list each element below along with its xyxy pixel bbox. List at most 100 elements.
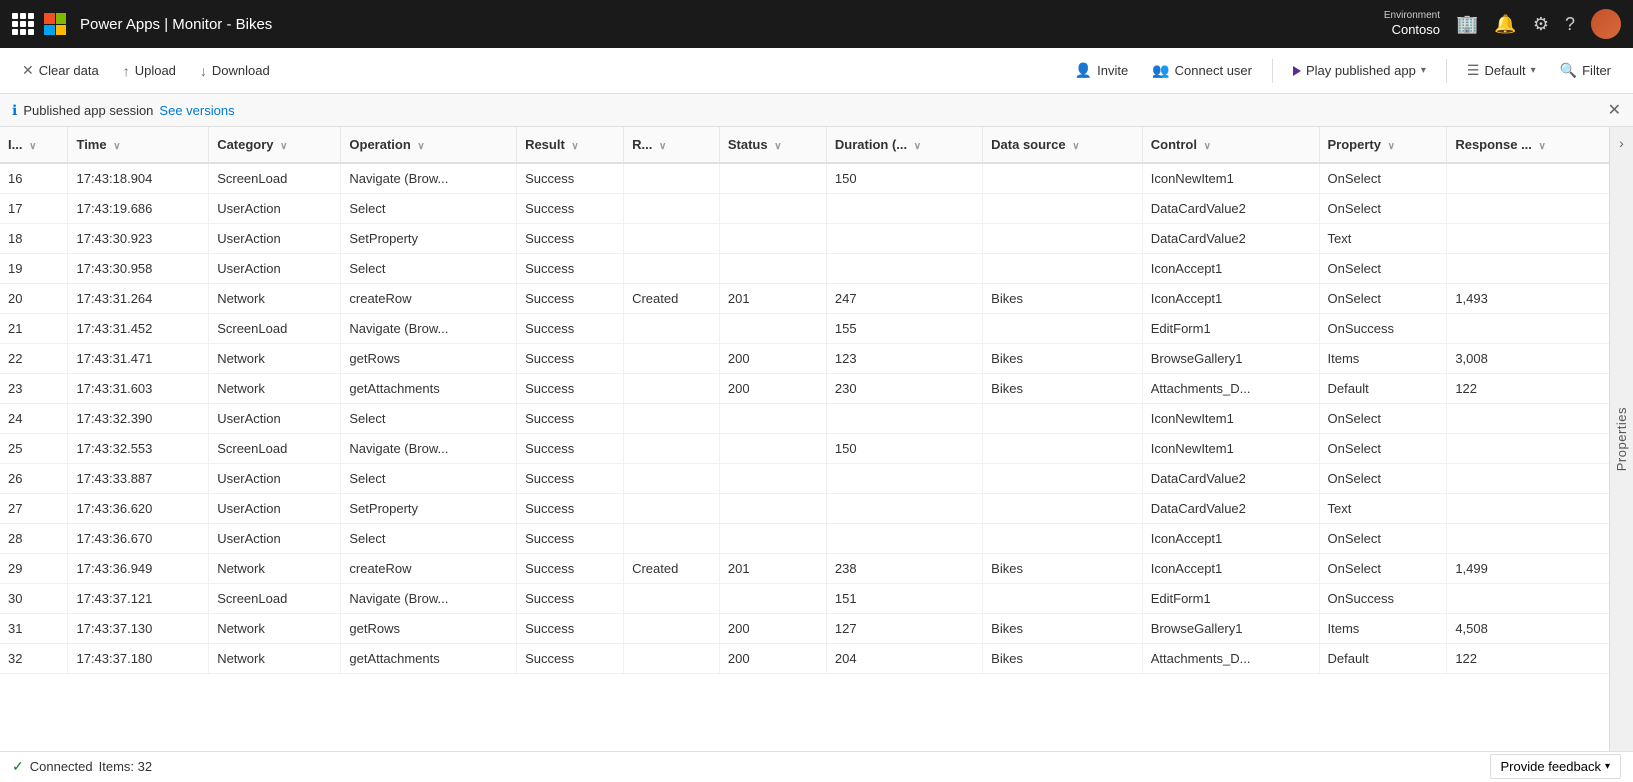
table-cell bbox=[719, 464, 826, 494]
col-time[interactable]: Time ∨ bbox=[68, 127, 209, 163]
table-cell: Success bbox=[517, 194, 624, 224]
table-cell bbox=[1447, 254, 1609, 284]
table-cell bbox=[624, 254, 720, 284]
table-cell: EditForm1 bbox=[1142, 584, 1319, 614]
filter-button[interactable]: 🔍 Filter bbox=[1550, 57, 1621, 84]
table-cell bbox=[719, 494, 826, 524]
table-row[interactable]: 1717:43:19.686UserActionSelectSuccessDat… bbox=[0, 194, 1609, 224]
table-cell: Success bbox=[517, 464, 624, 494]
table-row[interactable]: 2717:43:36.620UserActionSetPropertySucce… bbox=[0, 494, 1609, 524]
table-row[interactable]: 3217:43:37.180NetworkgetAttachmentsSucce… bbox=[0, 644, 1609, 674]
table-cell: Success bbox=[517, 644, 624, 674]
table-cell: Success bbox=[517, 163, 624, 194]
table-cell: 3,008 bbox=[1447, 344, 1609, 374]
table-cell: Success bbox=[517, 524, 624, 554]
table-cell: Default bbox=[1319, 644, 1447, 674]
col-duration[interactable]: Duration (... ∨ bbox=[826, 127, 982, 163]
col-r[interactable]: R... ∨ bbox=[624, 127, 720, 163]
col-control[interactable]: Control ∨ bbox=[1142, 127, 1319, 163]
table-row[interactable]: 2617:43:33.887UserActionSelectSuccessDat… bbox=[0, 464, 1609, 494]
table-cell: getRows bbox=[341, 344, 517, 374]
gear-icon[interactable]: ⚙ bbox=[1533, 14, 1549, 35]
table-cell: 151 bbox=[826, 584, 982, 614]
upload-icon: ↑ bbox=[123, 63, 130, 79]
table-cell: 122 bbox=[1447, 374, 1609, 404]
toolbar-right: 👤 Invite 👥 Connect user Play published a… bbox=[1065, 57, 1621, 84]
table-row[interactable]: 2417:43:32.390UserActionSelectSuccessIco… bbox=[0, 404, 1609, 434]
app-title: Power Apps | Monitor - Bikes bbox=[80, 16, 272, 33]
table-cell: 201 bbox=[719, 284, 826, 314]
default-button[interactable]: ☰ Default ▾ bbox=[1457, 57, 1546, 84]
table-row[interactable]: 2117:43:31.452ScreenLoadNavigate (Brow..… bbox=[0, 314, 1609, 344]
table-cell: 17:43:31.471 bbox=[68, 344, 209, 374]
play-published-app-button[interactable]: Play published app ▾ bbox=[1283, 58, 1436, 83]
feedback-button[interactable]: Provide feedback ▾ bbox=[1490, 754, 1621, 779]
invite-button[interactable]: 👤 Invite bbox=[1065, 57, 1139, 84]
table-cell: UserAction bbox=[209, 194, 341, 224]
table-cell: 17:43:31.603 bbox=[68, 374, 209, 404]
table-cell bbox=[826, 194, 982, 224]
table-cell: 150 bbox=[826, 434, 982, 464]
table-row[interactable]: 1617:43:18.904ScreenLoadNavigate (Brow..… bbox=[0, 163, 1609, 194]
table-row[interactable]: 2817:43:36.670UserActionSelectSuccessIco… bbox=[0, 524, 1609, 554]
table-cell: Network bbox=[209, 374, 341, 404]
table-cell: Success bbox=[517, 404, 624, 434]
table-cell: DataCardValue2 bbox=[1142, 194, 1319, 224]
table-cell: 17:43:36.670 bbox=[68, 524, 209, 554]
table-cell: createRow bbox=[341, 284, 517, 314]
separator2 bbox=[1446, 59, 1447, 83]
table-row[interactable]: 2517:43:32.553ScreenLoadNavigate (Brow..… bbox=[0, 434, 1609, 464]
toolbar: ✕ Clear data ↑ Upload ↓ Download 👤 Invit… bbox=[0, 48, 1633, 94]
table-cell bbox=[983, 194, 1143, 224]
table-cell bbox=[1447, 194, 1609, 224]
table-row[interactable]: 2017:43:31.264NetworkcreateRowSuccessCre… bbox=[0, 284, 1609, 314]
see-versions-link[interactable]: See versions bbox=[159, 103, 234, 118]
table-cell: BrowseGallery1 bbox=[1142, 344, 1319, 374]
col-category[interactable]: Category ∨ bbox=[209, 127, 341, 163]
col-datasource[interactable]: Data source ∨ bbox=[983, 127, 1143, 163]
table-cell: Success bbox=[517, 584, 624, 614]
properties-panel[interactable]: › Properties bbox=[1609, 127, 1633, 751]
table-row[interactable]: 1817:43:30.923UserActionSetPropertySucce… bbox=[0, 224, 1609, 254]
table-cell: 247 bbox=[826, 284, 982, 314]
table-cell: OnSelect bbox=[1319, 194, 1447, 224]
close-icon[interactable]: ✕ bbox=[1608, 100, 1621, 120]
table-cell: Attachments_D... bbox=[1142, 374, 1319, 404]
connect-user-button[interactable]: 👥 Connect user bbox=[1142, 57, 1262, 84]
col-result[interactable]: Result ∨ bbox=[517, 127, 624, 163]
download-button[interactable]: ↓ Download bbox=[190, 58, 280, 84]
clear-data-button[interactable]: ✕ Clear data bbox=[12, 57, 109, 84]
table-row[interactable]: 3117:43:37.130NetworkgetRowsSuccess20012… bbox=[0, 614, 1609, 644]
chevron-down-icon3: ▾ bbox=[1605, 761, 1610, 772]
table-row[interactable]: 2317:43:31.603NetworkgetAttachmentsSucce… bbox=[0, 374, 1609, 404]
col-property[interactable]: Property ∨ bbox=[1319, 127, 1447, 163]
waffle-icon[interactable] bbox=[12, 13, 34, 35]
user-avatar[interactable] bbox=[1591, 9, 1621, 39]
table-row[interactable]: 2917:43:36.949NetworkcreateRowSuccessCre… bbox=[0, 554, 1609, 584]
table-cell: IconAccept1 bbox=[1142, 554, 1319, 584]
table-cell: Network bbox=[209, 614, 341, 644]
col-response[interactable]: Response ... ∨ bbox=[1447, 127, 1609, 163]
col-status[interactable]: Status ∨ bbox=[719, 127, 826, 163]
table-cell: Text bbox=[1319, 224, 1447, 254]
col-id[interactable]: I... ∨ bbox=[0, 127, 68, 163]
building-icon[interactable]: 🏢 bbox=[1456, 14, 1478, 35]
table-cell: DataCardValue2 bbox=[1142, 464, 1319, 494]
table-row[interactable]: 2217:43:31.471NetworkgetRowsSuccess20012… bbox=[0, 344, 1609, 374]
table-cell: Items bbox=[1319, 344, 1447, 374]
microsoft-logo bbox=[44, 13, 66, 35]
table-cell: 238 bbox=[826, 554, 982, 584]
table-scroll[interactable]: I... ∨ Time ∨ Category ∨ Operation ∨ Res… bbox=[0, 127, 1609, 751]
col-operation[interactable]: Operation ∨ bbox=[341, 127, 517, 163]
table-cell bbox=[1447, 163, 1609, 194]
table-cell: 200 bbox=[719, 644, 826, 674]
table-cell: 17:43:31.264 bbox=[68, 284, 209, 314]
table-row[interactable]: 1917:43:30.958UserActionSelectSuccessIco… bbox=[0, 254, 1609, 284]
table-cell: SetProperty bbox=[341, 224, 517, 254]
table-cell: OnSuccess bbox=[1319, 314, 1447, 344]
top-bar-right: Environment Contoso 🏢 🔔 ⚙ ? bbox=[1384, 9, 1621, 39]
upload-button[interactable]: ↑ Upload bbox=[113, 58, 186, 84]
table-row[interactable]: 3017:43:37.121ScreenLoadNavigate (Brow..… bbox=[0, 584, 1609, 614]
question-icon[interactable]: ? bbox=[1565, 14, 1575, 35]
bell-icon[interactable]: 🔔 bbox=[1494, 14, 1516, 35]
